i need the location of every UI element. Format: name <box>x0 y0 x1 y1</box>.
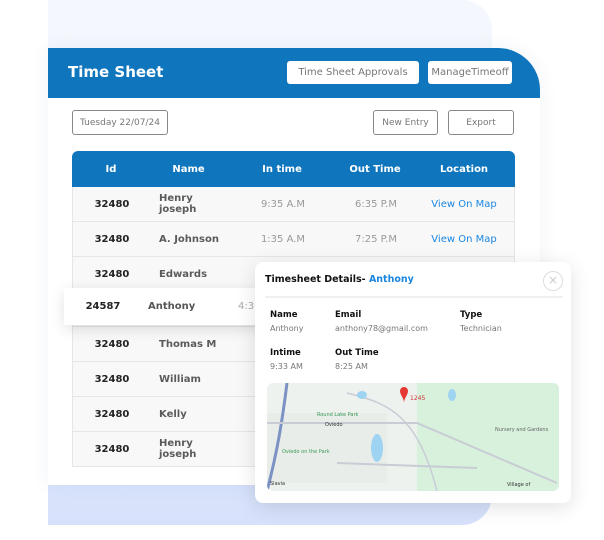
table-row[interactable]: 32480 Henry joseph 9:35 A.M 6:35 P.M View On… <box>72 187 515 222</box>
page-title: Time Sheet <box>68 63 164 81</box>
col-location: Location <box>439 163 489 175</box>
location-map[interactable]: 1245 Round Lake Park Oviedo Oviedo on th… <box>267 383 559 491</box>
intime-label: Intime <box>270 348 301 358</box>
name-label: Name <box>270 310 298 320</box>
svg-text:Oviedo on the Park: Oviedo on the Park <box>282 449 330 455</box>
col-out-time: Out Time <box>349 163 401 175</box>
row-in-time: 4:3 <box>238 301 255 312</box>
col-id: Id <box>105 163 117 175</box>
map-label: Round Lake Park <box>317 412 359 418</box>
view-on-map-link[interactable]: View On Map <box>414 199 514 210</box>
name-value: Anthony <box>270 324 304 333</box>
intime-value: 9:33 AM <box>270 362 303 371</box>
row-name: Edwards <box>159 268 208 280</box>
new-entry-button[interactable]: New Entry <box>373 110 438 135</box>
svg-text:Nursery and Gardens: Nursery and Gardens <box>495 427 549 433</box>
col-in-time: In time <box>262 163 302 175</box>
timesheet-details-popup: Timesheet Details- Anthony × Name Anthon… <box>255 262 571 503</box>
row-id: 32480 <box>94 198 130 210</box>
row-id: 32480 <box>94 443 130 455</box>
row-id: 32480 <box>94 268 130 280</box>
email-label: Email <box>335 310 362 320</box>
map-graphic: 1245 Round Lake Park Oviedo Oviedo on th… <box>267 383 559 491</box>
popup-title-name: Anthony <box>368 274 414 285</box>
outtime-value: 8:25 AM <box>335 362 368 371</box>
date-picker[interactable]: Tuesday 22/07/24 <box>72 110 168 135</box>
row-id: 32480 <box>94 338 130 350</box>
row-name: Henry joseph <box>159 438 197 460</box>
row-out-time: 6:35 P.M <box>355 198 397 210</box>
table-header: Id Name In time Out Time Location <box>72 151 515 187</box>
row-name: William <box>159 373 201 385</box>
outtime-label: Out Time <box>335 348 379 358</box>
row-name: Anthony <box>148 301 196 312</box>
type-value: Technician <box>460 324 502 333</box>
row-id: 32480 <box>94 233 130 245</box>
popup-title-text: Timesheet Details- <box>265 274 366 285</box>
email-value: anthony78@gmail.com <box>335 324 428 333</box>
time-sheet-approvals-button[interactable]: Time Sheet Approvals <box>287 61 419 84</box>
row-in-time: 9:35 A.M <box>260 198 306 210</box>
svg-text:Village of: Village of <box>507 482 530 488</box>
row-in-time: 1:35 A.M <box>260 233 306 245</box>
header-bar: Time Sheet Time Sheet Approvals ManageTi… <box>48 48 540 98</box>
close-icon[interactable]: × <box>543 271 563 291</box>
export-button[interactable]: Export <box>448 110 514 135</box>
row-name: A. Johnson <box>159 233 219 245</box>
row-out-time: 7:25 P.M <box>355 233 397 245</box>
divider <box>265 296 563 298</box>
svg-text:1245: 1245 <box>410 395 425 402</box>
row-id: 32480 <box>94 408 130 420</box>
row-name: Kelly <box>159 408 187 420</box>
svg-text:Oviedo: Oviedo <box>325 422 343 428</box>
popup-title: Timesheet Details- Anthony <box>265 274 414 285</box>
svg-text:Slavia: Slavia <box>270 481 285 487</box>
row-id: 24587 <box>85 301 121 312</box>
col-name: Name <box>172 163 205 175</box>
type-label: Type <box>460 310 483 320</box>
view-on-map-link[interactable]: View On Map <box>414 234 514 245</box>
table-row[interactable]: 32480 A. Johnson 1:35 A.M 7:25 P.M View On M… <box>72 222 515 257</box>
row-name: Thomas M <box>159 338 217 350</box>
row-id: 32480 <box>94 373 130 385</box>
row-name: Henry joseph <box>159 193 197 215</box>
manage-timeoff-button[interactable]: ManageTimeoff <box>428 61 512 84</box>
